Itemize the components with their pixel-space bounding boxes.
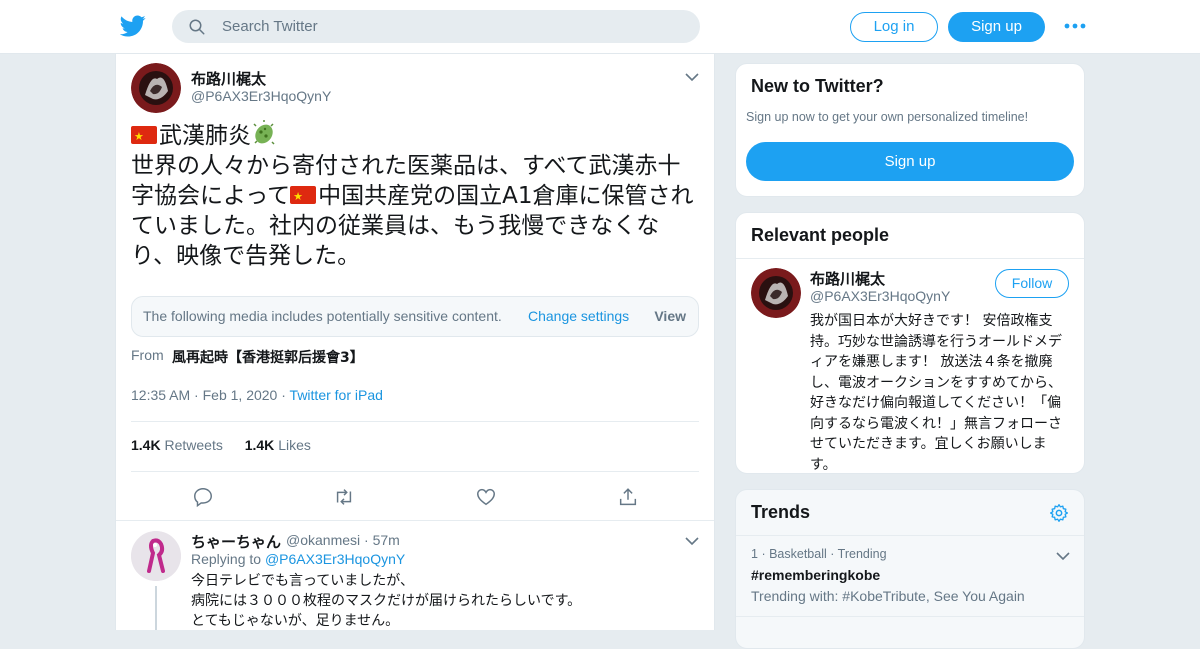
sensitive-message: The following media includes potentially…: [143, 308, 502, 324]
chevron-down-icon[interactable]: [685, 72, 699, 82]
dot-separator: ·: [281, 387, 290, 403]
divider: [116, 520, 714, 521]
flag-cn-icon: [290, 182, 317, 212]
from-source-name[interactable]: 風再起時【香港挺郭后援會3】: [172, 347, 364, 367]
trend-related[interactable]: Trending with: #KobeTribute, See You Aga…: [751, 588, 1025, 604]
from-label: From: [131, 347, 164, 363]
trend-rank: 1: [751, 547, 758, 561]
trends-panel: Trends 1 · Basketball · Trending #rememb…: [735, 489, 1085, 649]
login-button[interactable]: Log in: [850, 12, 938, 42]
tweet-date[interactable]: Feb 1, 2020: [203, 387, 278, 403]
reply-text: 今日テレビでも言っていましたが、 病院には３０００枚程のマスクだけが届けられたら…: [191, 571, 581, 630]
panel-title: Trends: [751, 502, 811, 522]
panel-subtitle: Sign up now to get your own personalized…: [746, 110, 1029, 124]
author-handle[interactable]: @P6AX3Er3HqoQynY: [191, 88, 331, 104]
chevron-down-icon[interactable]: [685, 536, 699, 546]
search-bar[interactable]: [172, 10, 700, 43]
sensitive-media-notice: The following media includes potentially…: [131, 296, 699, 337]
dot-separator: ·: [830, 547, 838, 561]
more-icon[interactable]: [1064, 20, 1086, 32]
reply-text-line: 病院には３０００枚程のマスクだけが届けられたらしいです。: [191, 593, 582, 609]
change-settings-link[interactable]: Change settings: [528, 308, 629, 324]
search-input[interactable]: [222, 10, 682, 43]
top-navigation-bar: Log in Sign up: [0, 0, 1200, 54]
divider: [736, 258, 1084, 259]
tweet-stats: 1.4K Retweets 1.4K Likes: [131, 437, 311, 453]
reply-text-line: 今日テレビでも言っていましたが、: [191, 573, 415, 589]
reply-handle[interactable]: @okanmesi: [286, 532, 360, 548]
tweet-source-link[interactable]: Twitter for iPad: [290, 387, 383, 403]
likes-label[interactable]: Likes: [278, 437, 311, 453]
signup-button[interactable]: Sign up: [948, 12, 1045, 42]
share-icon[interactable]: [617, 486, 639, 508]
dot-separator: ·: [364, 532, 373, 548]
tweet-text: 武漢肺炎 世界の人々から寄付された医薬品は、すべて武漢赤十字協会によって中国共産…: [131, 120, 701, 271]
reply-avatar[interactable]: [131, 531, 181, 581]
person-avatar[interactable]: [751, 268, 801, 318]
reply-icon[interactable]: [192, 486, 214, 508]
dot-separator: ·: [194, 387, 203, 403]
relevant-people-panel: Relevant people 布路川梶太 @P6AX3Er3HqoQynY F…: [735, 212, 1085, 474]
replying-to-handle[interactable]: @P6AX3Er3HqoQynY: [265, 551, 405, 567]
trend-meta: 1 · Basketball · Trending: [751, 547, 887, 561]
search-icon: [189, 19, 205, 35]
replying-to: Replying to @P6AX3Er3HqoQynY: [191, 551, 405, 567]
retweet-icon[interactable]: [333, 486, 355, 508]
view-media-button[interactable]: View: [654, 308, 686, 324]
divider: [131, 471, 699, 472]
virus-icon: [253, 120, 275, 145]
reply-text-line: とてもじゃないが、足りません。: [191, 613, 400, 629]
divider: [736, 535, 1084, 536]
reply-author-meta: @okanmesi · 57m: [286, 532, 400, 548]
chevron-down-icon[interactable]: [1056, 551, 1070, 561]
new-to-twitter-panel: New to Twitter? Sign up now to get your …: [735, 63, 1085, 197]
trend-status: Trending: [837, 547, 887, 561]
person-handle[interactable]: @P6AX3Er3HqoQynY: [810, 288, 950, 304]
person-name[interactable]: 布路川梶太: [810, 268, 885, 289]
flag-cn-icon: [131, 122, 157, 152]
sidebar-signup-button[interactable]: Sign up: [746, 142, 1074, 181]
likes-count[interactable]: 1.4K: [245, 437, 275, 453]
trend-hashtag[interactable]: #rememberingkobe: [751, 567, 880, 583]
panel-title: Relevant people: [751, 225, 890, 245]
reply-author-name[interactable]: ちゃーちゃん: [191, 531, 281, 552]
tweet-detail-column: 布路川梶太 @P6AX3Er3HqoQynY 武漢肺炎 世界の人々から寄付された…: [115, 54, 715, 630]
follow-button[interactable]: Follow: [995, 269, 1069, 298]
panel-title: New to Twitter?: [751, 76, 884, 96]
twitter-bird-icon[interactable]: [120, 13, 146, 39]
tweet-timestamp: 12:35 AM · Feb 1, 2020 · Twitter for iPa…: [131, 387, 383, 403]
author-name[interactable]: 布路川梶太: [191, 68, 266, 89]
retweets-count[interactable]: 1.4K: [131, 437, 161, 453]
replying-label: Replying to: [191, 551, 262, 567]
like-icon[interactable]: [475, 486, 497, 508]
divider: [131, 421, 699, 422]
trend-category: Basketball: [769, 547, 827, 561]
author-avatar[interactable]: [131, 63, 181, 113]
tweet-time[interactable]: 12:35 AM: [131, 387, 190, 403]
reply-time[interactable]: 57m: [373, 532, 400, 548]
retweets-label[interactable]: Retweets: [164, 437, 222, 453]
tweet-text-line1: 武漢肺炎: [159, 123, 251, 149]
person-bio: 我が国日本が大好きです！ 安倍政権支持。巧妙な世論誘導を行うオールドメディアを嫌…: [810, 313, 1062, 473]
thread-line: [155, 586, 157, 630]
dot-separator: ·: [761, 547, 770, 561]
divider: [736, 616, 1084, 617]
gear-icon[interactable]: [1049, 503, 1069, 523]
